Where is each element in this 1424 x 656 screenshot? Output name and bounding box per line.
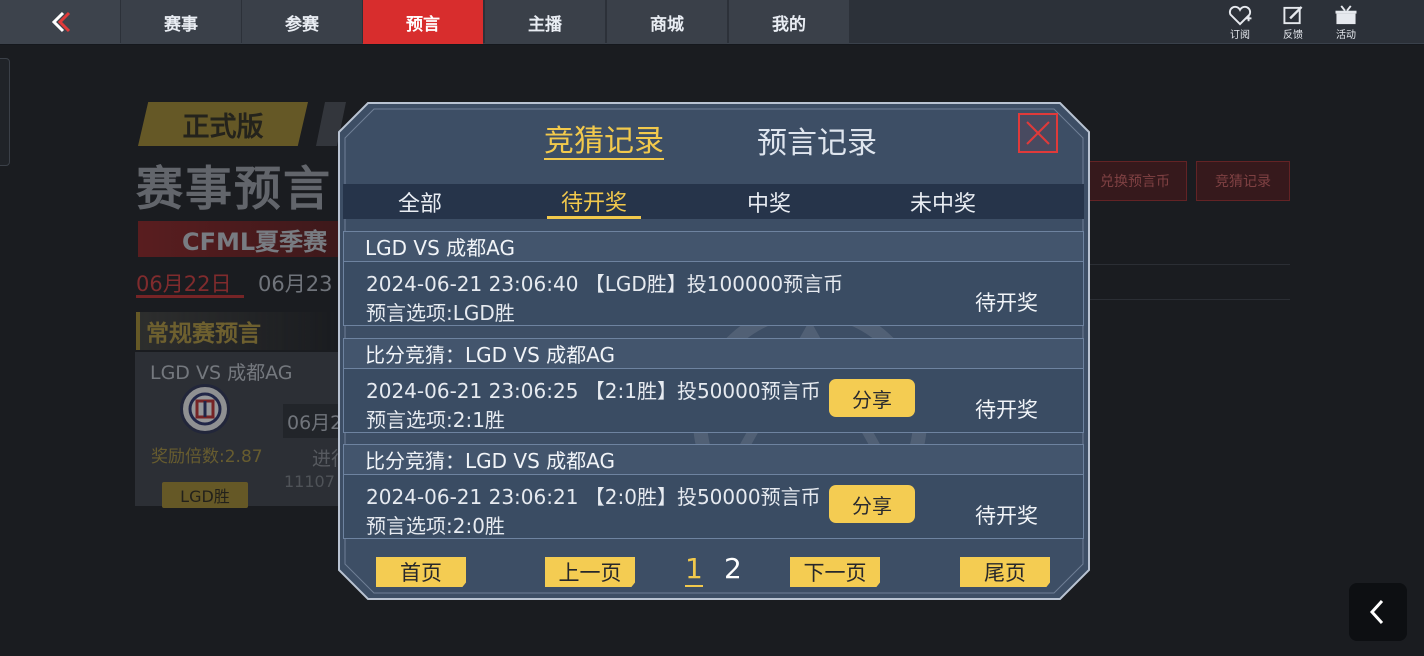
record-title: 比分竞猜：LGD VS 成都AG: [344, 445, 1083, 475]
floating-back-button[interactable]: [1349, 583, 1407, 641]
next-page-button[interactable]: 下一页: [790, 557, 880, 587]
event-button[interactable]: 活动: [1326, 5, 1366, 41]
date-tab-active[interactable]: 06月22日: [136, 268, 244, 298]
tab-bet-records[interactable]: 竞猜记录: [544, 118, 664, 160]
filter-all[interactable]: 全部: [380, 186, 460, 218]
tab-prophecy-records[interactable]: 预言记录: [757, 118, 877, 162]
record-detail: 2024-06-21 23:06:25 【2:1胜】投50000预言币: [366, 379, 821, 403]
section-title: 常规赛预言: [136, 312, 346, 350]
date-tab[interactable]: 06月23: [258, 268, 332, 298]
page-number[interactable]: 2: [724, 552, 742, 585]
feedback-button[interactable]: 反馈: [1273, 5, 1313, 41]
pick-button[interactable]: LGD胜: [162, 482, 248, 508]
heart-plus-icon: [1228, 5, 1252, 26]
record-option: 预言选项:LGD胜: [366, 301, 515, 325]
side-handle[interactable]: [0, 58, 10, 166]
double-chevron-left-icon: [51, 11, 71, 33]
nav-tab-join[interactable]: 参赛: [242, 0, 362, 44]
nav-tab-mine[interactable]: 我的: [729, 0, 849, 44]
record-option: 预言选项:2:0胜: [366, 514, 505, 538]
exchange-coins-button[interactable]: 兑换预言币: [1083, 161, 1187, 201]
match-date: 06月2: [283, 404, 343, 438]
nav-tab-events[interactable]: 赛事: [121, 0, 241, 44]
record-detail: 2024-06-21 23:06:40 【LGD胜】投100000预言币: [366, 272, 844, 296]
chevron-left-icon: [1369, 599, 1384, 625]
version-badge: 正式版: [138, 102, 308, 146]
lgd-logo-icon: [188, 392, 222, 426]
filter-pending[interactable]: 待开奖: [547, 186, 641, 219]
nav-tab-streamers[interactable]: 主播: [485, 0, 605, 44]
reward-multiplier: 奖励倍数:2.87: [151, 447, 263, 467]
record-item: 比分竞猜：LGD VS 成都AG 2024-06-21 23:06:25 【2:…: [343, 338, 1084, 433]
page-title: 赛事预言: [136, 162, 332, 217]
record-title: 比分竞猜：LGD VS 成都AG: [344, 339, 1083, 369]
nav-tab-prophecy[interactable]: 预言: [363, 0, 483, 44]
filter-lost[interactable]: 未中奖: [896, 186, 990, 218]
page-number-current[interactable]: 1: [685, 552, 703, 587]
event-label: 活动: [1336, 30, 1356, 41]
team-logo: [180, 384, 230, 434]
subscribe-label: 订阅: [1230, 30, 1250, 41]
last-page-button[interactable]: 尾页: [960, 557, 1050, 587]
match-count: 11107: [284, 472, 335, 491]
close-button[interactable]: [1018, 113, 1058, 153]
record-title: LGD VS 成都AG: [344, 232, 1083, 262]
edit-icon: [1283, 6, 1303, 25]
records-button[interactable]: 竞猜记录: [1196, 161, 1290, 201]
prev-page-button[interactable]: 上一页: [545, 557, 635, 587]
subscribe-button[interactable]: 订阅: [1220, 5, 1260, 41]
share-button[interactable]: 分享: [829, 379, 915, 417]
record-status: 待开奖: [975, 398, 1038, 422]
record-option: 预言选项:2:1胜: [366, 408, 505, 432]
nav-tab-shop[interactable]: 商城: [607, 0, 727, 44]
match-card-title: LGD VS 成都AG: [150, 362, 293, 384]
first-page-button[interactable]: 首页: [376, 557, 466, 587]
record-item: 比分竞猜：LGD VS 成都AG 2024-06-21 23:06:21 【2:…: [343, 444, 1084, 539]
back-button[interactable]: [0, 0, 120, 44]
season-banner: CFML夏季赛: [138, 221, 348, 257]
gift-icon: [1335, 5, 1357, 25]
close-icon: [1026, 121, 1050, 145]
filter-won[interactable]: 中奖: [730, 186, 808, 218]
share-button[interactable]: 分享: [829, 485, 915, 523]
record-item: LGD VS 成都AG 2024-06-21 23:06:40 【LGD胜】投1…: [343, 231, 1084, 326]
record-status: 待开奖: [975, 291, 1038, 315]
top-nav-bar: 赛事 参赛 预言 主播 商城 我的 订阅 反馈 活动: [0, 0, 1424, 44]
date-strip: [1085, 264, 1290, 300]
record-status: 待开奖: [975, 504, 1038, 528]
record-detail: 2024-06-21 23:06:21 【2:0胜】投50000预言币: [366, 485, 821, 509]
feedback-label: 反馈: [1283, 30, 1303, 41]
